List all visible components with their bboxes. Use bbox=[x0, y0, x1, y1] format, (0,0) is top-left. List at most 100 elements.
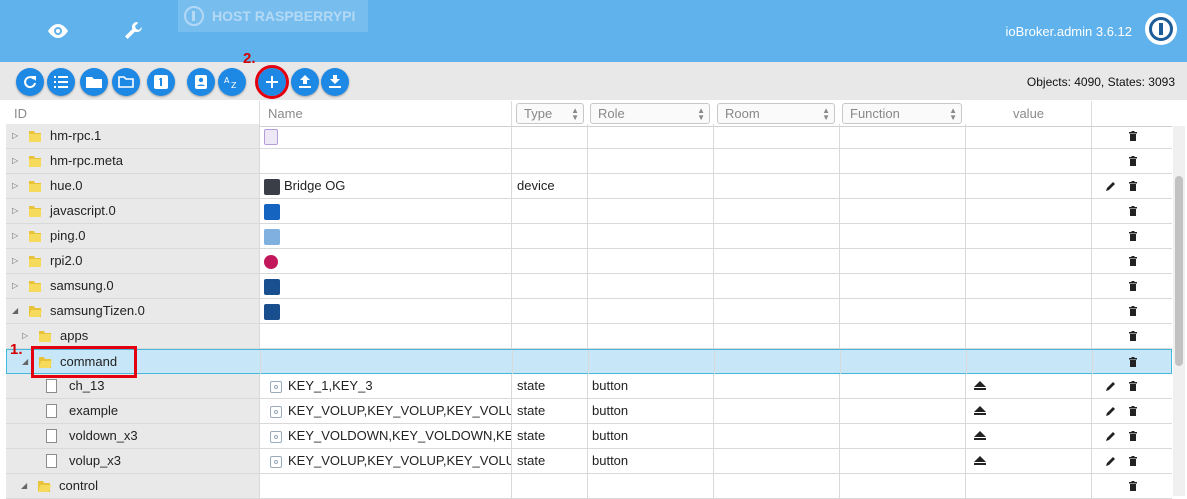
eject-button-icon[interactable] bbox=[972, 378, 988, 394]
col-id-header[interactable]: ID bbox=[6, 101, 260, 126]
state-icon bbox=[270, 455, 282, 468]
eye-icon[interactable] bbox=[40, 14, 76, 48]
table-row[interactable]: ch_13 KEY_1,KEY_3 state button bbox=[6, 374, 1172, 399]
expand-triangle-icon[interactable]: ▷ bbox=[12, 224, 18, 248]
state-icon bbox=[270, 380, 282, 393]
collapse-triangle-icon[interactable]: ◢ bbox=[21, 474, 27, 498]
table-row[interactable]: example KEY_VOLUP,KEY_VOLUP,KEY_VOLUP,..… bbox=[6, 399, 1172, 424]
edit-icon[interactable] bbox=[1103, 428, 1119, 444]
row-type: state bbox=[512, 449, 588, 473]
delete-icon[interactable] bbox=[1125, 228, 1141, 244]
table-row[interactable]: ▷ ping.0 bbox=[6, 224, 1172, 249]
sort-az-button[interactable]: AZ bbox=[218, 68, 246, 96]
row-id: example bbox=[69, 403, 119, 418]
delete-icon[interactable] bbox=[1125, 378, 1141, 394]
table-row[interactable]: ◢ samsungTizen.0 bbox=[6, 299, 1172, 324]
row-id: rpi2.0 bbox=[50, 253, 83, 268]
col-function-filter[interactable]: Function ▲ ▼ bbox=[842, 103, 962, 124]
row-role: button bbox=[588, 399, 714, 423]
collapse-triangle-icon[interactable]: ◢ bbox=[22, 350, 28, 374]
eject-button-icon[interactable] bbox=[972, 403, 988, 419]
table-row-selected[interactable]: ◢ command bbox=[6, 349, 1172, 374]
expand-triangle-icon[interactable]: ▷ bbox=[12, 149, 18, 173]
contact-button[interactable] bbox=[187, 68, 215, 96]
table-row[interactable]: ▷ rpi2.0 bbox=[6, 249, 1172, 274]
delete-icon[interactable] bbox=[1125, 478, 1141, 494]
edit-icon[interactable] bbox=[1103, 403, 1119, 419]
delete-icon[interactable] bbox=[1125, 303, 1141, 319]
expand-triangle-icon[interactable]: ▷ bbox=[12, 124, 18, 148]
svg-text:Z: Z bbox=[231, 81, 237, 89]
host-tab-label: HOST RASPBERRYPI bbox=[212, 8, 356, 24]
delete-icon[interactable] bbox=[1125, 153, 1141, 169]
hm-rpc-icon bbox=[264, 128, 278, 145]
delete-icon[interactable] bbox=[1125, 203, 1141, 219]
table-row[interactable]: ▷ samsung.0 bbox=[6, 274, 1172, 299]
table-row[interactable]: ◢ control bbox=[6, 474, 1172, 499]
expand-triangle-icon[interactable]: ▷ bbox=[12, 249, 18, 273]
edit-icon[interactable] bbox=[1103, 178, 1119, 194]
delete-icon[interactable] bbox=[1125, 428, 1141, 444]
table-row[interactable]: ▷ hm-rpc.1 bbox=[6, 124, 1172, 149]
expand-triangle-icon[interactable]: ▷ bbox=[22, 324, 28, 348]
scrollbar-thumb[interactable] bbox=[1175, 176, 1183, 366]
select-arrows-icon: ▲ ▼ bbox=[571, 106, 579, 122]
samsung-icon bbox=[264, 278, 280, 295]
raspberry-icon bbox=[264, 254, 278, 269]
delete-icon[interactable] bbox=[1125, 253, 1141, 269]
col-type-filter[interactable]: Type ▲ ▼ bbox=[516, 103, 584, 124]
iobroker-logo-icon bbox=[184, 6, 204, 26]
row-id: voldown_x3 bbox=[69, 428, 138, 443]
eject-button-icon[interactable] bbox=[972, 428, 988, 444]
javascript-icon bbox=[264, 203, 280, 220]
col-value-header: value bbox=[966, 101, 1092, 126]
row-name: KEY_VOLUP,KEY_VOLUP,KEY_VOLUP,... bbox=[288, 403, 512, 418]
eject-button-icon[interactable] bbox=[972, 453, 988, 469]
col-role-filter[interactable]: Role ▲ ▼ bbox=[590, 103, 710, 124]
delete-icon[interactable] bbox=[1125, 453, 1141, 469]
number-1-button[interactable] bbox=[147, 68, 175, 96]
collapse-triangle-icon[interactable]: ◢ bbox=[12, 299, 18, 323]
delete-icon[interactable] bbox=[1125, 278, 1141, 294]
step-1-label: 1. bbox=[10, 341, 23, 358]
iobroker-brand-icon bbox=[1145, 13, 1177, 45]
table-row[interactable]: ▷ hm-rpc.meta bbox=[6, 149, 1172, 174]
table-row[interactable]: volup_x3 KEY_VOLUP,KEY_VOLUP,KEY_VOLUP s… bbox=[6, 449, 1172, 474]
table-row[interactable]: ▷ javascript.0 bbox=[6, 199, 1172, 224]
expand-triangle-icon[interactable]: ▷ bbox=[12, 174, 18, 198]
expand-triangle-icon[interactable]: ▷ bbox=[12, 274, 18, 298]
wrench-icon[interactable] bbox=[116, 14, 152, 48]
folder-icon bbox=[29, 156, 41, 167]
delete-icon[interactable] bbox=[1125, 128, 1141, 144]
host-tab[interactable]: HOST RASPBERRYPI bbox=[178, 0, 368, 32]
row-type: state bbox=[512, 374, 588, 398]
delete-icon[interactable] bbox=[1125, 354, 1141, 370]
folder-icon bbox=[39, 331, 51, 342]
row-type: state bbox=[512, 399, 588, 423]
delete-icon[interactable] bbox=[1125, 178, 1141, 194]
select-arrows-icon: ▲ ▼ bbox=[697, 106, 705, 122]
expand-triangle-icon[interactable]: ▷ bbox=[12, 199, 18, 223]
row-id: hue.0 bbox=[50, 178, 83, 193]
edit-icon[interactable] bbox=[1103, 378, 1119, 394]
select-arrows-icon: ▲ ▼ bbox=[949, 106, 957, 122]
top-bar: HOST RASPBERRYPI ioBroker.admin 3.6.12 bbox=[0, 0, 1187, 62]
delete-icon[interactable] bbox=[1125, 328, 1141, 344]
table-row[interactable]: ▷ hue.0 Bridge OG device bbox=[6, 174, 1172, 199]
upload-button[interactable] bbox=[291, 68, 319, 96]
collapse-folders-button[interactable] bbox=[80, 68, 108, 96]
list-view-button[interactable] bbox=[47, 68, 75, 96]
edit-icon[interactable] bbox=[1103, 453, 1119, 469]
row-type: state bbox=[512, 424, 588, 448]
col-name-header[interactable]: Name bbox=[260, 101, 512, 126]
folder-icon bbox=[29, 206, 41, 217]
download-button[interactable] bbox=[321, 68, 349, 96]
col-room-filter[interactable]: Room ▲ ▼ bbox=[717, 103, 835, 124]
expand-folders-button[interactable] bbox=[112, 68, 140, 96]
command-folder-highlight bbox=[31, 346, 137, 378]
delete-icon[interactable] bbox=[1125, 403, 1141, 419]
table-row[interactable]: ▷ apps bbox=[6, 324, 1172, 349]
vertical-scrollbar[interactable] bbox=[1173, 126, 1185, 496]
table-row[interactable]: voldown_x3 KEY_VOLDOWN,KEY_VOLDOWN,KE...… bbox=[6, 424, 1172, 449]
refresh-button[interactable] bbox=[16, 68, 44, 96]
